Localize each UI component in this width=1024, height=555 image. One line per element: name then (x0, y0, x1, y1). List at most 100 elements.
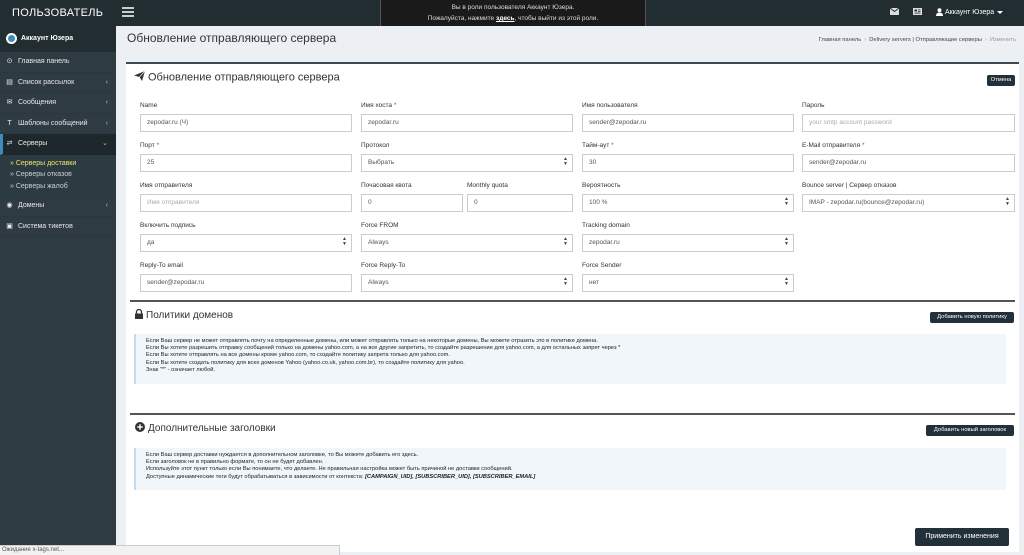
force-from-select[interactable]: Always ▲ ▼ (361, 234, 573, 252)
select-arrows-icon: ▲ ▼ (563, 236, 568, 247)
select-value: IMAP - zepodar.ru(bounce@zepodar.ru) (809, 199, 925, 206)
hamburger-menu-icon[interactable] (122, 7, 134, 17)
label-text: Вероятность (582, 182, 621, 189)
extra-headers-info: Если Ваш сервер доставки нуждается в доп… (134, 448, 1006, 490)
name-input[interactable]: zepodar.ru (Ч) (140, 114, 352, 132)
label-text: Force Reply-To (361, 262, 406, 269)
submenu-item-delivery-servers[interactable]: » Серверы доставки (0, 158, 116, 170)
hostname-input[interactable]: zepodar.ru (361, 114, 573, 132)
impersonation-text-post: , чтобы выйти из этой роли. (514, 15, 599, 22)
app-title[interactable]: ПОЛЬЗОВАТЕЛЬ (0, 0, 117, 26)
envelope-icon[interactable] (890, 8, 899, 16)
lock-icon (135, 308, 143, 322)
monthly-quota-input[interactable]: 0 (467, 194, 573, 212)
add-header-button[interactable]: Добавить новый заголовок (926, 425, 1014, 436)
newspaper-icon[interactable] (913, 8, 922, 16)
from-name-input[interactable]: Имя отправителя (140, 194, 352, 212)
caret-down-icon (997, 10, 1004, 14)
info-line: Если Ваш сервер доставки нуждается в доп… (146, 452, 419, 458)
username-input[interactable]: sender@zepodar.ru (582, 114, 794, 132)
envelope-icon: ✉ (6, 99, 13, 106)
breadcrumb-home[interactable]: Главная панель (819, 37, 862, 43)
main-content: Обновление отправляющего сервера Главная… (116, 26, 1024, 555)
label-text: Имя отправителя (140, 182, 193, 189)
sidebar-item-templates[interactable]: T Шаблоны сообщений ‹ (0, 114, 116, 134)
chevron-left-icon: ‹ (105, 119, 108, 127)
hourly-quota-label: Почасовая квота (361, 182, 412, 189)
page-title: Обновление отправляющего сервера (127, 31, 337, 45)
sidebar-item-label: Шаблоны сообщений (18, 119, 88, 127)
tracking-domain-select[interactable]: zepodar.ru ▲ ▼ (582, 234, 794, 252)
add-domain-policy-button[interactable]: Добавить новую политику (930, 312, 1014, 323)
impersonation-line-2: Пожалуйста, нажмите здесь, чтобы выйти и… (381, 13, 645, 24)
section-title-text: Дополнительные заголовки (148, 423, 276, 435)
breadcrumb-delivery-servers[interactable]: Delivery servers | Отправляющие серверы (869, 37, 982, 43)
breadcrumb-current: Изменить (989, 37, 1016, 43)
submenu-item-feedback-servers[interactable]: » Серверы жалоб (0, 181, 116, 193)
select-value: Выбрать (368, 159, 395, 166)
reply-to-input[interactable]: sender@zepodar.ru (140, 274, 352, 292)
available-tags: [CAMPAIGN_UID], [SUBSCRIBER_UID], [SUBSC… (365, 473, 536, 480)
select-value: да (147, 239, 155, 246)
info-line: Если Вы хотите создать политику для всех… (146, 359, 465, 366)
select-arrows-icon: ▲ ▼ (563, 156, 568, 167)
signing-label: Включить подпись (140, 222, 196, 229)
label-text: Name (140, 102, 158, 109)
extra-headers-title: Дополнительные заголовки (135, 422, 276, 435)
apply-changes-button[interactable]: Применить изменения (915, 528, 1009, 546)
select-value: 100 % (589, 199, 608, 206)
bounce-server-label: Bounce server | Сервер отказов (802, 182, 897, 189)
box-title: Обновление отправляющего сервера (134, 70, 340, 84)
user-icon (936, 8, 943, 17)
sidebar-item-label: Сообщения (18, 99, 56, 106)
dashboard-icon: ⊙ (6, 58, 13, 65)
force-reply-to-select[interactable]: Always ▲ ▼ (361, 274, 573, 292)
required-mark: * (611, 142, 614, 149)
domain-policies-info: Если Ваш сервер не может отправлять почт… (134, 334, 1006, 384)
label-text: Тайм-аут (582, 142, 610, 149)
user-menu[interactable]: Аккаунт Юзера (936, 0, 1004, 26)
port-input[interactable]: 25 (140, 154, 352, 172)
sidebar-item-lists[interactable]: ▤ Список рассылок ‹ (0, 73, 116, 93)
select-value: Always (368, 279, 389, 286)
info-line-text: Доступные динамические теги будут обраба… (146, 473, 366, 480)
sidebar-item-label: Список рассылок (18, 78, 75, 86)
hostname-label: Имя хоста * (361, 102, 396, 109)
impersonation-exit-link[interactable]: здесь (496, 15, 515, 22)
label-text: Bounce server | Сервер отказов (802, 182, 897, 189)
signing-select[interactable]: да ▲ ▼ (140, 234, 352, 252)
hourly-quota-input[interactable]: 0 (361, 194, 463, 212)
breadcrumb: Главная панель › Delivery servers | Отправ… (819, 37, 1016, 43)
cancel-button[interactable]: Отмена (987, 75, 1015, 86)
force-reply-to-label: Force Reply-To (361, 262, 405, 269)
sidebar-item-messages[interactable]: ✉ Сообщения ‹ (0, 93, 116, 114)
protocol-select[interactable]: Выбрать ▲ ▼ (361, 154, 573, 172)
submenu-label: Серверы доставки (15, 159, 77, 167)
timeout-input[interactable]: 30 (582, 154, 794, 172)
paper-plane-icon (134, 70, 146, 84)
sidebar-item-domains[interactable]: ◉ Домены ‹ (0, 196, 116, 217)
submenu-item-bounce-servers[interactable]: » Серверы отказов (0, 169, 116, 181)
impersonation-text-pre: Пожалуйста, нажмите (427, 15, 496, 22)
sidebar-item-tickets[interactable]: ▣ Система тикетов (0, 217, 116, 237)
sidebar-item-servers[interactable]: ⇄ Серверы ⌄ (0, 134, 116, 155)
sidebar-item-dashboard[interactable]: ⊙ Главная панель (0, 52, 116, 73)
label-text: Включить подпись (140, 222, 196, 229)
sidebar-item-label: Серверы (18, 140, 48, 147)
from-email-input[interactable]: sender@zepodar.ru (802, 154, 1015, 172)
text-icon: T (7, 119, 12, 127)
box-title-text: Обновление отправляющего сервера (148, 71, 340, 84)
plus-circle-icon (135, 422, 145, 435)
sidebar-account[interactable]: Аккаунт Юзера (0, 26, 116, 52)
page-header: Обновление отправляющего сервера Главная… (116, 26, 1024, 56)
info-line: Знак "*" - означает любой. (146, 366, 216, 373)
from-name-label: Имя отправителя (140, 182, 192, 189)
label-text: Force FROM (361, 222, 399, 229)
force-from-label: Force FROM (361, 222, 399, 229)
force-sender-select[interactable]: нет ▲ ▼ (582, 274, 794, 292)
impersonation-line-1: Вы в роли пользователя Аккаунт Юзера. (451, 4, 575, 11)
sidebar-item-label: Главная панель (18, 58, 70, 65)
probability-select[interactable]: 100 % ▲ ▼ (582, 194, 794, 212)
password-input[interactable]: your smtp account password (802, 114, 1015, 132)
bounce-server-select[interactable]: IMAP - zepodar.ru(bounce@zepodar.ru) ▲ ▼ (802, 194, 1015, 212)
